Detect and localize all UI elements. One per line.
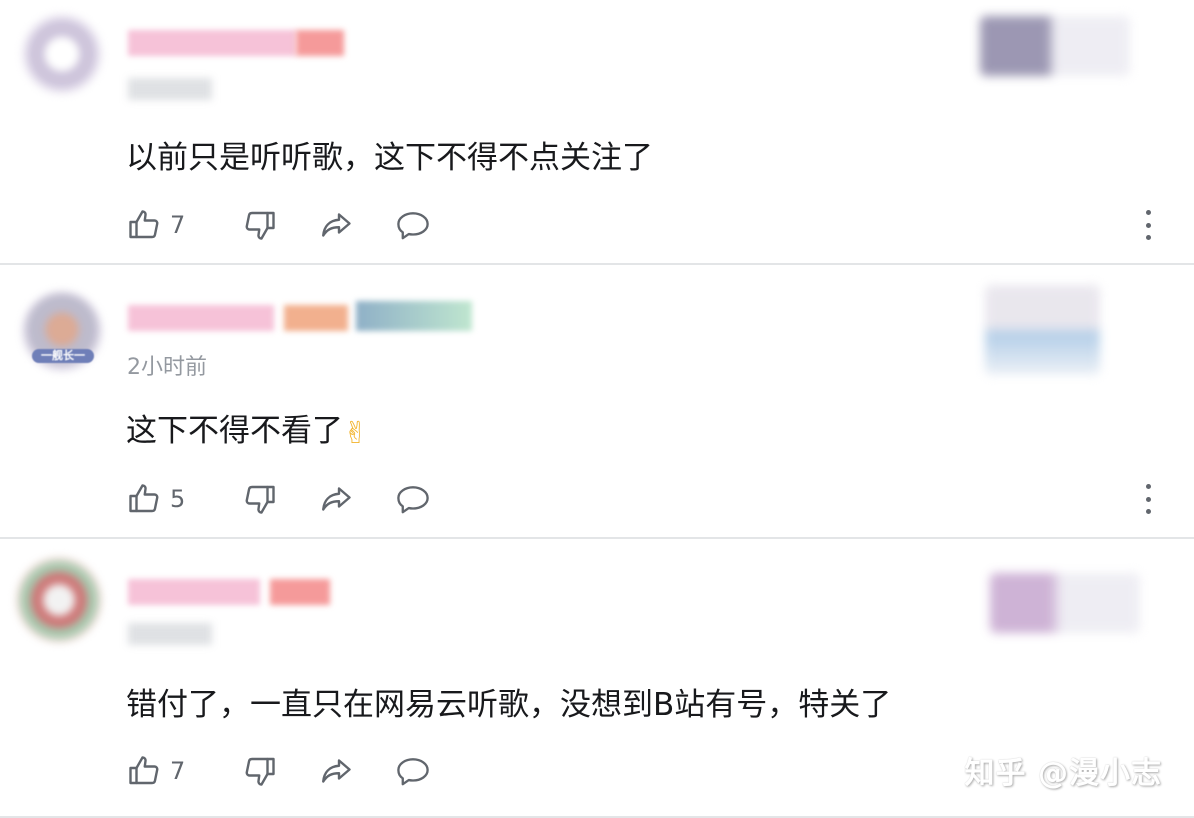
thumbs-down-icon: [245, 757, 275, 786]
reply-button[interactable]: [394, 207, 432, 243]
share-arrow-icon: [322, 759, 351, 783]
user-level-badge-blurred: [296, 30, 344, 56]
username-blurred[interactable]: [128, 579, 260, 605]
comment-item: 以前只是听听歌，这下不得不点关注了 7: [0, 0, 1194, 265]
share-arrow-icon: [322, 487, 351, 511]
dislike-button[interactable]: [242, 753, 278, 789]
comment-actions: 7: [126, 753, 432, 789]
comment-text: 以前只是听听歌，这下不得不点关注了: [126, 140, 653, 176]
user-level-badge-blurred: [270, 579, 330, 605]
comment-actions: 7: [126, 207, 432, 243]
user-avatar[interactable]: [22, 14, 102, 94]
comment-item: 一舰长一 2小时前 这下不得不看了✌ 5: [0, 265, 1194, 539]
timestamp-blurred: [128, 78, 212, 100]
like-button[interactable]: 7: [126, 207, 202, 243]
decoration-card: [980, 16, 1130, 76]
comment-bubble-icon: [397, 212, 429, 240]
user-avatar[interactable]: [16, 557, 102, 643]
like-button[interactable]: 7: [126, 753, 202, 789]
share-button[interactable]: [318, 481, 354, 517]
reply-button[interactable]: [394, 753, 432, 789]
decoration-card: [990, 573, 1140, 633]
reply-button[interactable]: [394, 481, 432, 517]
more-options-button[interactable]: [1144, 210, 1152, 240]
zhihu-watermark: 知乎 @漫小志: [964, 756, 1162, 791]
share-button[interactable]: [318, 207, 354, 243]
like-count: 5: [170, 485, 186, 513]
thumbs-up-icon: [129, 484, 159, 513]
comment-text-body: 这下不得不看了: [126, 413, 343, 449]
dislike-button[interactable]: [242, 481, 278, 517]
username-blurred[interactable]: [128, 30, 296, 56]
more-options-button[interactable]: [1144, 484, 1152, 514]
comment-bubble-icon: [397, 758, 429, 786]
comment-actions: 5: [126, 481, 432, 517]
share-arrow-icon: [322, 213, 351, 237]
like-count: 7: [170, 211, 186, 239]
fan-medal-blurred: [356, 301, 472, 331]
thumbs-up-icon: [129, 756, 159, 785]
timestamp: 2小时前: [127, 355, 207, 380]
timestamp-blurred: [128, 623, 212, 645]
user-medal-blurred: [284, 305, 348, 331]
thumbs-up-icon: [129, 210, 159, 239]
thumbs-down-icon: [245, 211, 275, 240]
dislike-button[interactable]: [242, 207, 278, 243]
thumbs-down-icon: [245, 485, 275, 514]
comment-text: 错付了，一直只在网易云听歌，没想到B站有号，特关了: [126, 687, 892, 723]
like-button[interactable]: 5: [126, 481, 202, 517]
username-blurred[interactable]: [128, 305, 274, 331]
captain-badge: 一舰长一: [32, 349, 94, 363]
like-count: 7: [170, 757, 186, 785]
decoration-card: [985, 285, 1100, 375]
comment-text: 这下不得不看了✌: [126, 411, 368, 454]
share-button[interactable]: [318, 753, 354, 789]
victory-hand-emoji: ✌: [343, 416, 369, 451]
comment-bubble-icon: [397, 486, 429, 514]
